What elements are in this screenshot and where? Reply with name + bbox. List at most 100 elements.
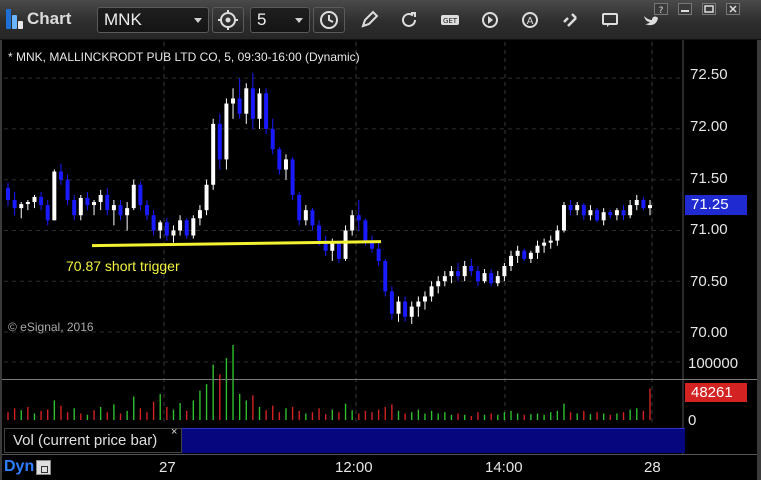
candle-body bbox=[561, 205, 566, 231]
candle-body bbox=[204, 184, 209, 211]
candle-body bbox=[158, 222, 163, 231]
close-icon[interactable] bbox=[726, 2, 740, 15]
pencil-icon[interactable] bbox=[359, 10, 379, 30]
candle-body bbox=[343, 230, 348, 259]
candle-body bbox=[98, 194, 103, 203]
volume-panel-label[interactable]: Vol (current price bar) bbox=[4, 428, 182, 453]
candles bbox=[6, 73, 652, 324]
panel-separator[interactable] bbox=[0, 379, 761, 380]
close-icon[interactable]: × bbox=[171, 426, 177, 438]
chevron-down-icon[interactable] bbox=[295, 18, 303, 23]
candle-body bbox=[270, 128, 275, 150]
candle-body bbox=[85, 197, 90, 206]
candle-body bbox=[495, 276, 500, 284]
time-axis[interactable]: Dyn 27 12:00 14:00 28 bbox=[0, 454, 761, 480]
alert-icon[interactable]: A bbox=[520, 10, 540, 30]
get-data-icon[interactable]: GET bbox=[439, 10, 459, 30]
candle-body bbox=[317, 225, 322, 241]
volume-bars bbox=[7, 345, 651, 420]
candle-body bbox=[535, 245, 540, 253]
candle-body bbox=[231, 98, 236, 104]
maximize-icon[interactable] bbox=[702, 2, 716, 15]
interval-value: 5 bbox=[257, 10, 267, 29]
current-volume-marker: 48261 bbox=[685, 383, 747, 402]
candle-body bbox=[52, 171, 57, 221]
dynamic-mode-button[interactable]: Dyn bbox=[4, 458, 52, 476]
candle-body bbox=[297, 194, 302, 221]
minimize-icon[interactable] bbox=[678, 2, 692, 15]
candle-body bbox=[416, 301, 421, 307]
candle-body bbox=[601, 212, 606, 221]
play-icon[interactable] bbox=[480, 10, 500, 30]
candle-body bbox=[581, 205, 586, 216]
price-tick: 71.00 bbox=[690, 221, 728, 238]
symbol-input[interactable]: MNK bbox=[97, 7, 209, 33]
candle-body bbox=[356, 215, 361, 221]
price-tick: 70.50 bbox=[690, 273, 728, 290]
candle-body bbox=[39, 196, 44, 206]
candle-body bbox=[283, 159, 288, 170]
candle-body bbox=[65, 179, 70, 200]
candle-body bbox=[257, 93, 262, 119]
candle-body bbox=[350, 215, 355, 231]
candle-body bbox=[614, 210, 619, 216]
candle-body bbox=[515, 250, 520, 256]
symbol-value: MNK bbox=[104, 10, 142, 29]
candle-body bbox=[78, 197, 83, 216]
volume-tick: 0 bbox=[688, 412, 697, 429]
candle-body bbox=[125, 208, 130, 216]
candle-body bbox=[621, 210, 626, 216]
candle-body bbox=[118, 205, 123, 216]
candle-body bbox=[19, 204, 24, 209]
time-tick: 27 bbox=[159, 459, 176, 476]
price-tick: 71.50 bbox=[690, 170, 728, 187]
candle-body bbox=[151, 215, 156, 231]
chart-logo-icon bbox=[6, 9, 23, 29]
chart-area[interactable]: * MNK, MALLINCKRODT PUB LTD CO, 5, 09:30… bbox=[0, 40, 761, 480]
help-icon[interactable]: ? bbox=[654, 2, 668, 16]
chevron-down-icon[interactable] bbox=[194, 18, 202, 23]
interval-clock-button[interactable] bbox=[313, 7, 345, 33]
candle-body bbox=[224, 103, 229, 160]
candle-body bbox=[45, 205, 50, 221]
candle-body bbox=[482, 273, 487, 282]
watermark: © eSignal, 2016 bbox=[8, 320, 94, 334]
candle-body bbox=[396, 301, 401, 314]
candle-body bbox=[6, 187, 10, 200]
candle-body bbox=[442, 276, 447, 282]
price-tick: 72.50 bbox=[690, 66, 728, 83]
current-price-marker: 71.25 bbox=[685, 195, 747, 215]
price-tick: 72.00 bbox=[690, 118, 728, 135]
candle-body bbox=[191, 218, 196, 236]
candle-body bbox=[12, 200, 17, 209]
clock-icon bbox=[320, 11, 338, 29]
interval-input[interactable]: 5 bbox=[250, 7, 310, 33]
chart-title: * MNK, MALLINCKRODT PUB LTD CO, 5, 09:30… bbox=[8, 50, 360, 64]
candle-body bbox=[389, 291, 394, 314]
candle-body bbox=[197, 210, 202, 219]
candle-body bbox=[548, 240, 553, 243]
candle-body bbox=[528, 252, 533, 259]
candle-body bbox=[542, 242, 547, 246]
trigger-annotation: 70.87 short trigger bbox=[66, 258, 180, 274]
chat-icon[interactable] bbox=[600, 10, 620, 30]
candle-body bbox=[588, 210, 593, 216]
candle-body bbox=[277, 149, 282, 170]
window-title: Chart bbox=[27, 9, 72, 28]
candle-body bbox=[250, 88, 255, 119]
candle-body bbox=[509, 255, 513, 266]
candle-body bbox=[595, 210, 600, 221]
toolbar: Chart MNK 5 GET A ? bbox=[0, 0, 761, 40]
volume-panel-strip[interactable] bbox=[182, 428, 685, 453]
candle-body bbox=[336, 242, 341, 259]
lock-icon[interactable] bbox=[36, 459, 52, 475]
candle-body bbox=[237, 98, 242, 114]
candle-body bbox=[164, 222, 169, 236]
link-icon[interactable] bbox=[560, 10, 580, 30]
refresh-icon[interactable] bbox=[399, 10, 419, 30]
candle-body bbox=[648, 205, 652, 209]
candle-body bbox=[628, 205, 633, 216]
symbol-link-button[interactable] bbox=[212, 7, 244, 33]
candle-body bbox=[555, 230, 560, 241]
candle-body bbox=[184, 220, 189, 236]
